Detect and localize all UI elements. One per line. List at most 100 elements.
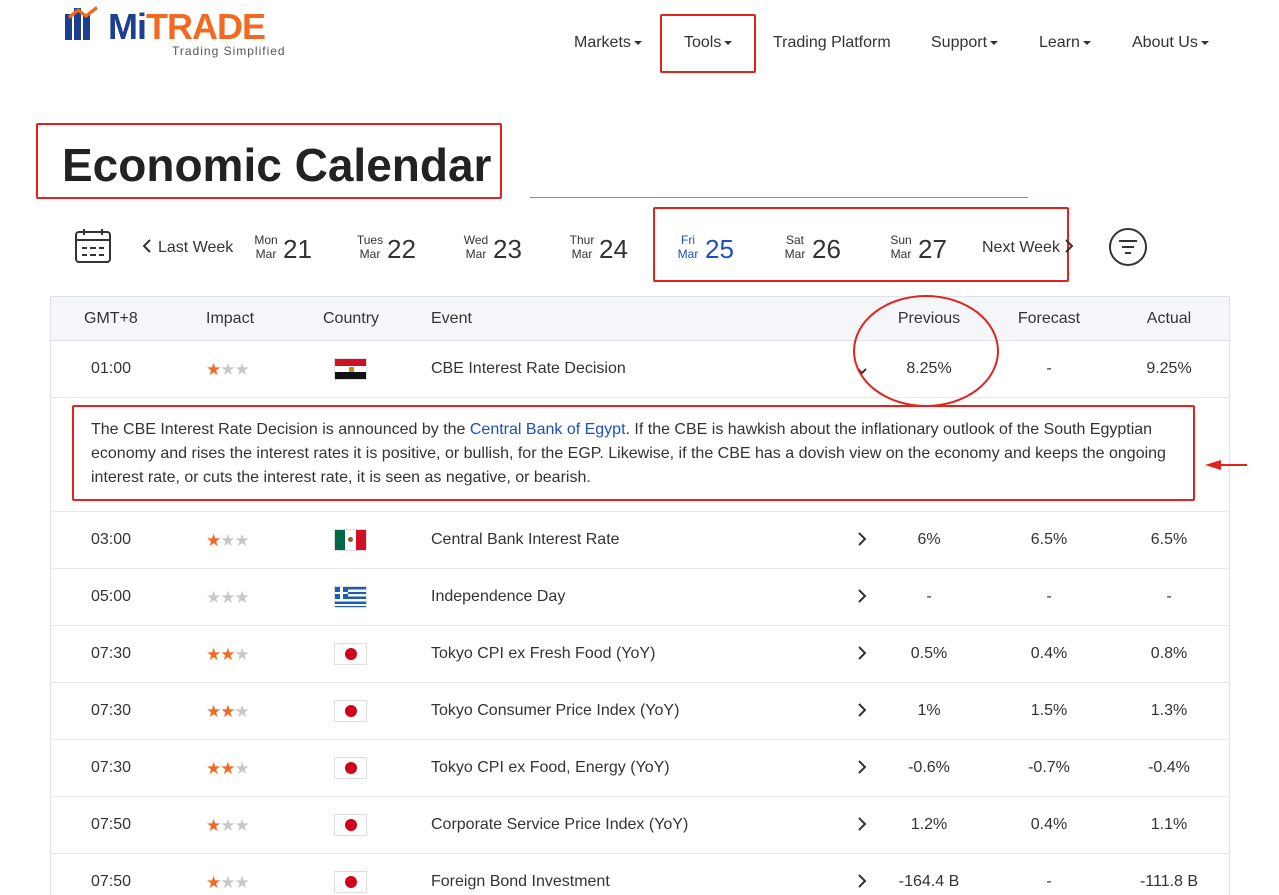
row-time: 05:00 [91,588,132,605]
day-name: Wed [463,233,489,247]
chevron-right-icon[interactable] [854,642,870,664]
row-event[interactable]: Tokyo CPI ex Food, Energy (YoY) [431,759,670,777]
day-month: Mar [784,247,806,261]
brand-logo[interactable]: MiTRADE Trading Simplified [64,4,294,60]
table-row[interactable]: 05:00 ★★★ Independence Day - - - [51,569,1229,626]
row-event[interactable]: CBE Interest Rate Decision [431,360,626,378]
table-row[interactable]: 01:00 ★★★ CBE Interest Rate Decision 8.2… [51,341,1229,398]
table-row[interactable]: 07:50 ★★★ Foreign Bond Investment -164.4… [51,854,1229,895]
impact-stars: ★★★ [206,360,250,380]
day-name: Fri [681,233,695,247]
nav-support[interactable]: Support [931,34,999,52]
row-forecast: - [1046,873,1052,890]
chevron-right-icon[interactable] [854,699,870,721]
row-forecast: 0.4% [1030,816,1068,833]
day-name: Sat [785,233,804,247]
row-time: 07:30 [91,702,132,719]
row-time: 01:00 [91,360,132,377]
row-event[interactable]: Corporate Service Price Index (YoY) [431,816,688,834]
table-row[interactable]: 07:30 ★★★ Tokyo CPI ex Food, Energy (YoY… [51,740,1229,797]
day-name: Thur [569,233,595,247]
row-actual: -111.8 B [1139,873,1199,890]
day-date: 26 [812,234,841,264]
star-icon: ★★ [220,873,250,892]
chevron-right-icon[interactable] [854,528,870,550]
day-date: 27 [918,234,947,264]
row-previous: 1% [917,702,941,719]
impact-stars: ★★★ [206,531,250,551]
star-icon: ★ [206,360,221,379]
table-row[interactable]: 07:50 ★★★ Corporate Service Price Index … [51,797,1229,854]
row-event[interactable]: Foreign Bond Investment [431,873,610,891]
row-actual: -0.4% [1148,759,1190,776]
nav-about-us-label: About Us [1132,34,1198,51]
row-time: 07:50 [91,873,132,890]
day-name: Tues [356,233,384,247]
greece-flag-cross [335,587,348,599]
row-actual: - [1166,588,1172,605]
star-icon: ★★ [220,816,250,835]
nav-learn[interactable]: Learn [1039,34,1091,52]
table-row[interactable]: 07:30 ★★★ Tokyo CPI ex Fresh Food (YoY) … [51,626,1229,683]
logo-mark-icon [65,6,98,40]
last-week-link[interactable]: Last Week [142,238,233,257]
chevron-right-icon[interactable] [854,870,870,892]
row-forecast: - [1046,588,1052,605]
row-previous: 0.5% [910,645,948,662]
star-icon: ★★ [206,759,236,778]
chevron-right-icon [1065,239,1074,253]
table-row[interactable]: 07:30 ★★★ Tokyo Consumer Price Index (Yo… [51,683,1229,740]
impact-stars: ★★★ [206,702,250,722]
star-icon: ★ [206,531,221,550]
star-icon: ★ [234,759,249,778]
next-week-link[interactable]: Next Week [982,238,1074,257]
row-event[interactable]: Tokyo CPI ex Fresh Food (YoY) [431,645,655,663]
header-actual: Actual [1146,310,1192,327]
impact-stars: ★★★ [206,588,250,608]
calendar-icon[interactable] [75,228,111,264]
impact-stars: ★★★ [206,759,250,779]
day-date: 21 [283,234,312,264]
japan-flag [334,871,367,893]
japan-flag [334,757,367,779]
last-week-label: Last Week [158,239,234,256]
row-time: 03:00 [91,531,132,548]
day-month: Mar [465,247,487,261]
japan-flag [334,814,367,836]
egypt-flag [334,358,367,380]
japan-flag [334,700,367,722]
nav-about-us[interactable]: About Us [1132,34,1209,52]
filter-button[interactable] [1109,228,1147,266]
chevron-right-icon[interactable] [854,756,870,778]
greece-flag [334,586,367,608]
row-forecast: -0.7% [1028,759,1070,776]
row-event[interactable]: Tokyo Consumer Price Index (YoY) [431,702,679,720]
day-month: Mar [255,247,277,261]
star-icon: ★★★ [206,588,250,607]
table-row[interactable]: 03:00 ★★★ Central Bank Interest Rate 6% … [51,512,1229,569]
day-month: Mar [890,247,912,261]
nav-markets[interactable]: Markets [574,34,642,52]
day-date: 24 [599,234,628,264]
row-event[interactable]: Central Bank Interest Rate [431,531,620,549]
brand-name: MiTRADE [108,6,266,48]
star-icon: ★ [234,645,249,664]
impact-stars: ★★★ [206,645,250,665]
next-week-label: Next Week [982,239,1060,256]
row-event[interactable]: Independence Day [431,588,565,606]
nav-trading-platform[interactable]: Trading Platform [773,34,891,52]
chevron-right-icon[interactable] [854,585,870,607]
annotation-box-tools [660,14,756,73]
row-time: 07:30 [91,645,132,662]
row-actual: 1.1% [1150,816,1188,833]
caret-down-icon [1200,40,1209,45]
row-actual: 0.8% [1150,645,1188,662]
calendar-table: GMT+8 Impact Country Event Previous Fore… [50,296,1230,895]
chevron-right-icon[interactable] [854,813,870,835]
day-date: 23 [493,234,522,264]
nav-learn-label: Learn [1039,34,1080,51]
row-forecast: 0.4% [1030,645,1068,662]
row-previous: - [926,588,932,605]
caret-down-icon [1082,40,1091,45]
header-time: GMT+8 [84,310,138,327]
